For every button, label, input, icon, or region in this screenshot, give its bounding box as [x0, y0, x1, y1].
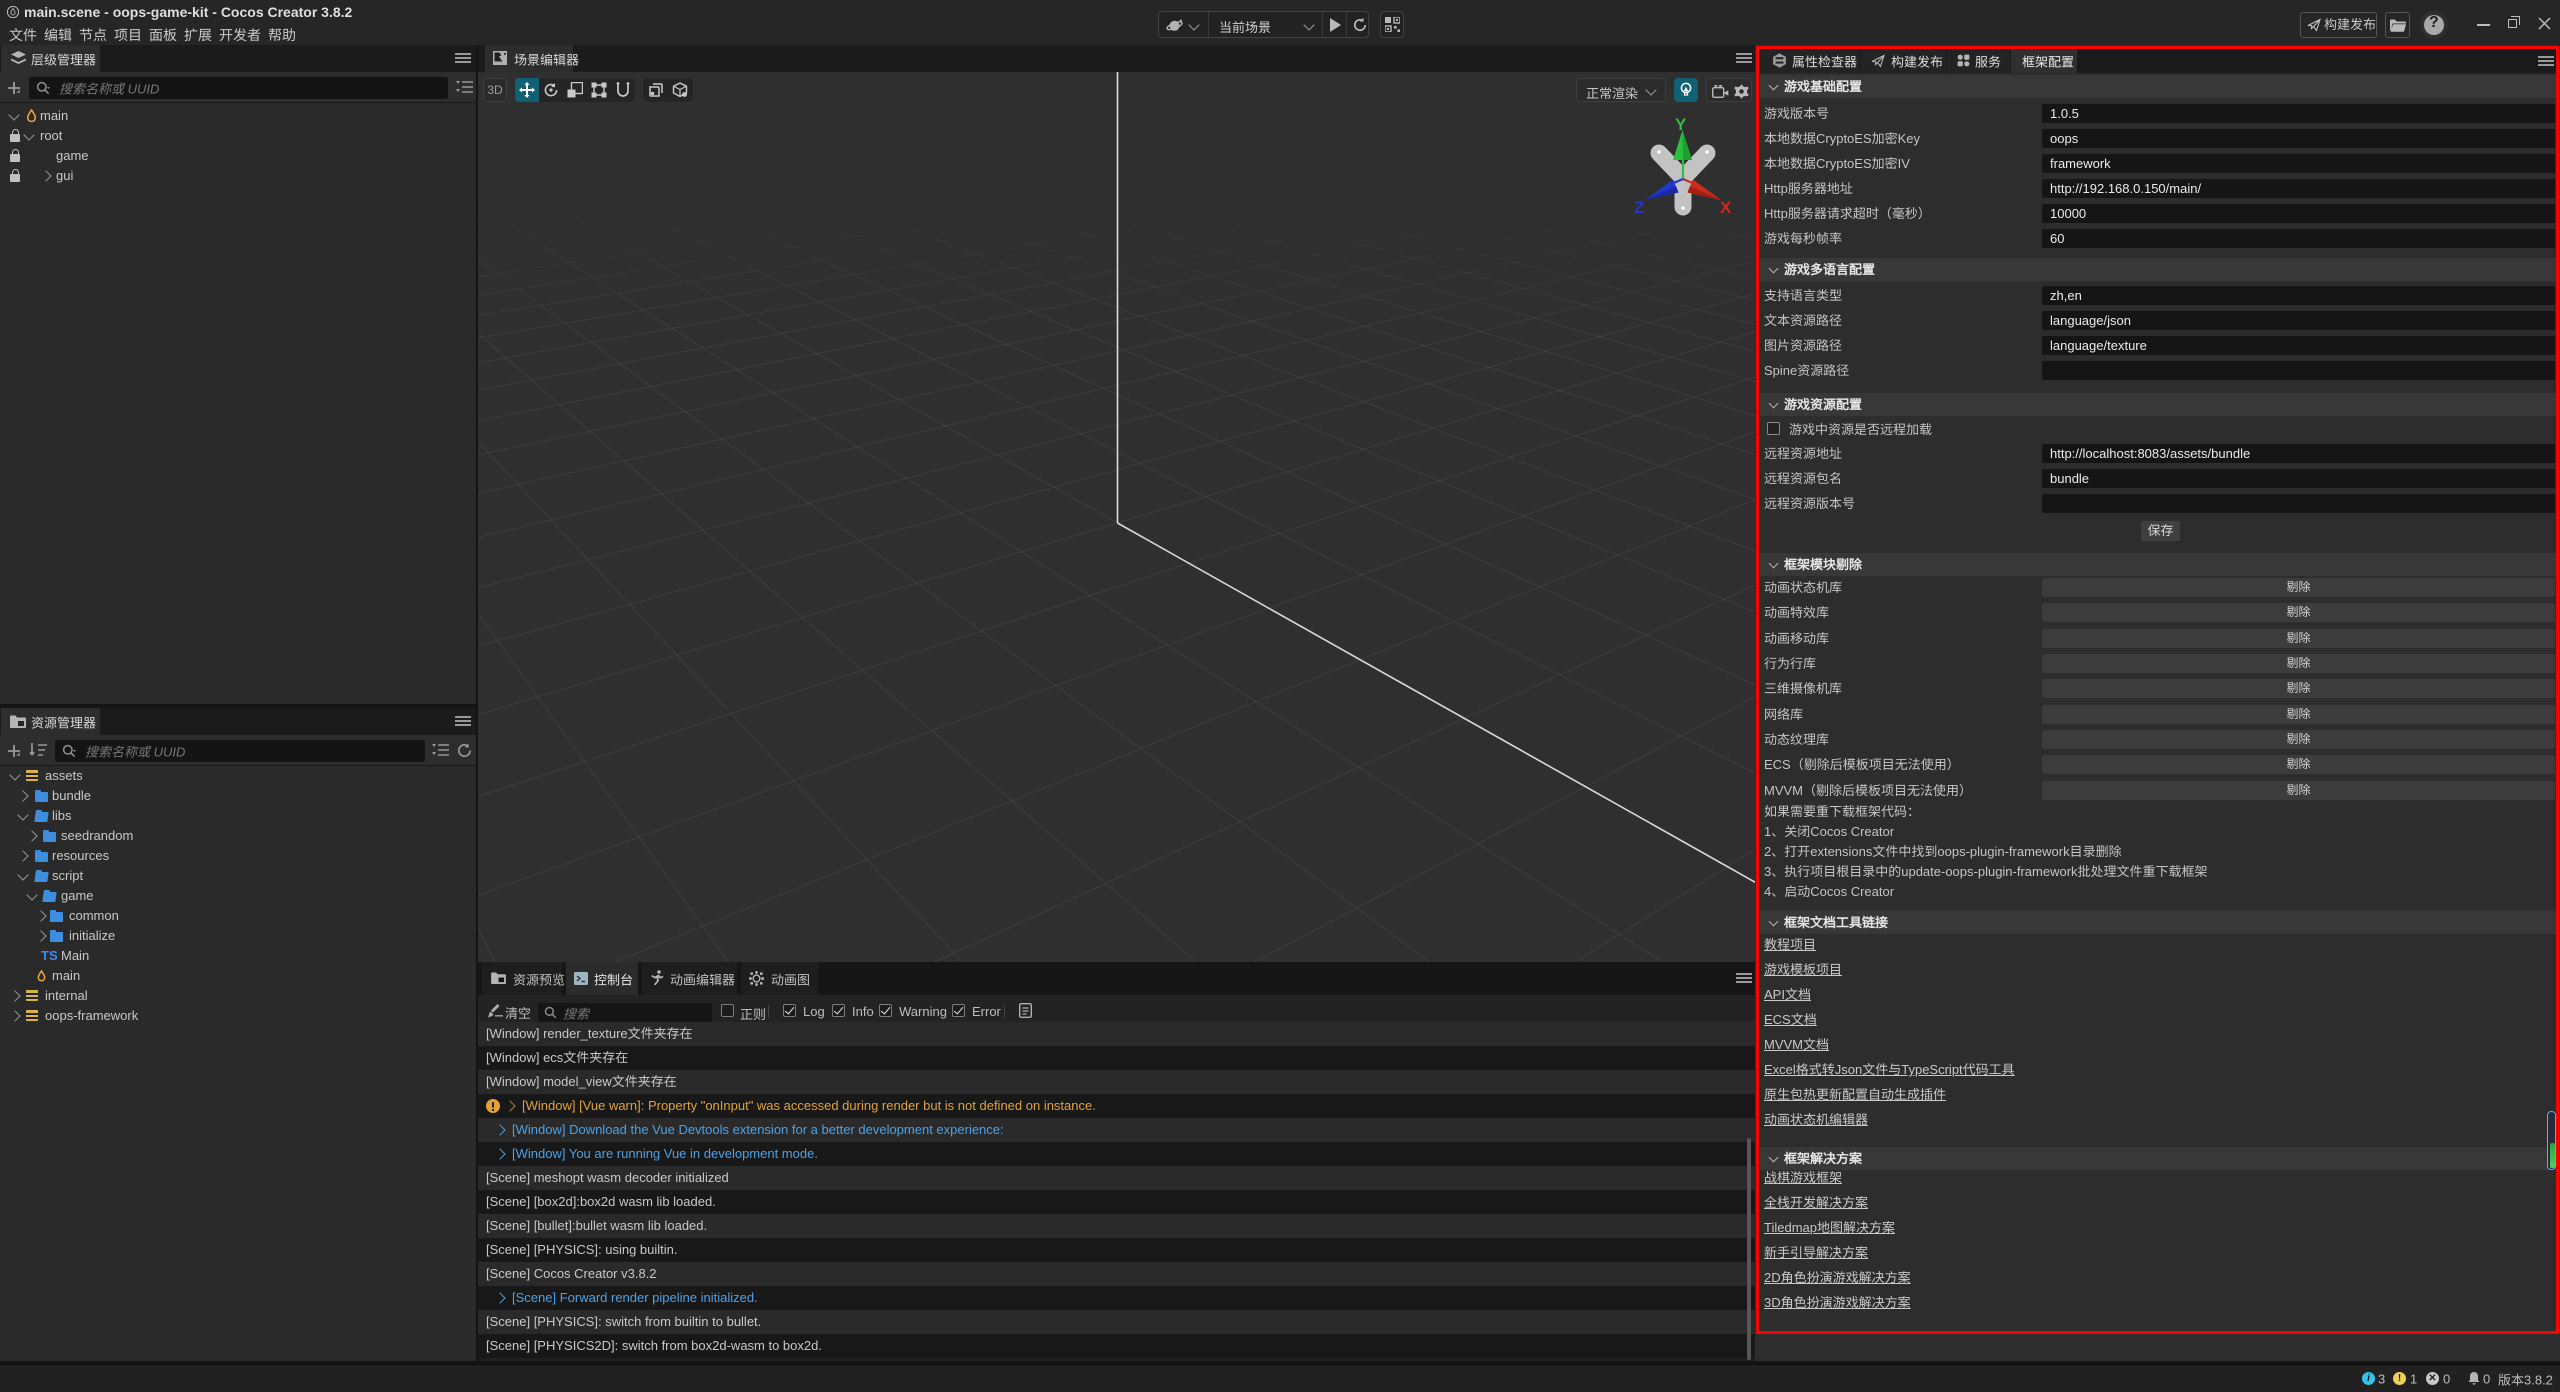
svg-text:Z: Z	[1634, 198, 1644, 217]
svg-text:Y: Y	[1675, 115, 1687, 134]
svg-text:X: X	[1720, 198, 1732, 217]
